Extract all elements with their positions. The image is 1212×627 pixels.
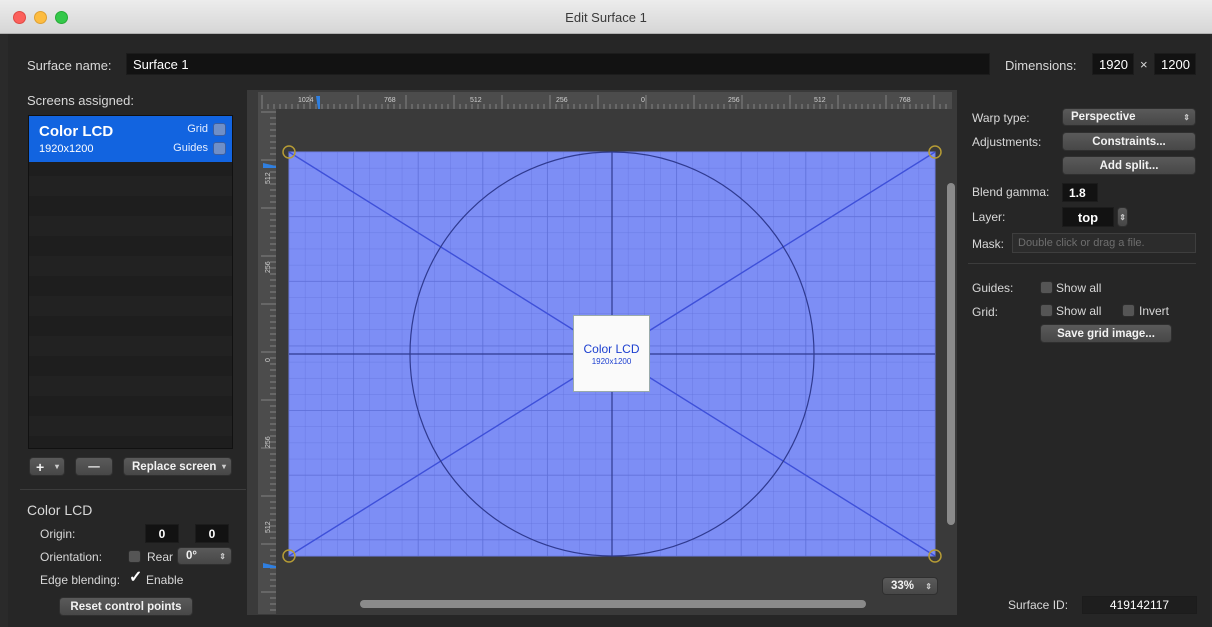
- dimensions-label: Dimensions:: [1005, 58, 1077, 73]
- rear-label: Rear: [147, 550, 174, 564]
- stepper-arrows-icon: ⇕: [1183, 112, 1190, 122]
- screens-list[interactable]: Color LCD 1920x1200 Grid Guides: [28, 115, 233, 449]
- blend-gamma-field[interactable]: 1.8: [1062, 183, 1098, 202]
- layer-stepper[interactable]: ⇕: [1117, 207, 1128, 227]
- rotation-value: 0°: [186, 550, 197, 562]
- stepper-arrows-icon: ⇕: [219, 551, 226, 561]
- width-field[interactable]: 1920: [1092, 53, 1134, 75]
- grid-invert-label: Invert: [1139, 304, 1170, 318]
- reset-control-points-button[interactable]: Reset control points: [59, 597, 193, 616]
- origin-label: Origin:: [40, 527, 76, 541]
- origin-x-field[interactable]: 0: [145, 524, 179, 543]
- rear-checkbox[interactable]: [128, 550, 141, 563]
- blend-gamma-label: Blend gamma:: [972, 185, 1050, 199]
- title-bar: Edit Surface 1: [0, 0, 1212, 34]
- grid-show-all-label: Show all: [1056, 304, 1102, 318]
- add-arrow-icon: ▾: [54, 462, 59, 471]
- grid-invert-checkbox[interactable]: [1122, 304, 1135, 317]
- screen-list-item[interactable]: Color LCD 1920x1200 Grid Guides: [29, 116, 232, 162]
- screen-item-grid-label: Grid: [187, 123, 208, 135]
- zoom-popup[interactable]: 33% ⇕: [882, 577, 938, 595]
- screen-item-guides-label: Guides: [173, 142, 208, 154]
- stepper-arrows-icon: ⇕: [925, 581, 932, 591]
- guides-label: Guides:: [972, 281, 1014, 295]
- screens-assigned-label: Screens assigned:: [27, 93, 134, 108]
- screen-props-title: Color LCD: [27, 502, 93, 518]
- edge-blending-label: Edge blending:: [40, 573, 121, 587]
- grid-show-all-checkbox[interactable]: [1040, 304, 1053, 317]
- canvas-screen-name: Color LCD: [583, 341, 640, 356]
- screen-item-dims: 1920x1200: [39, 143, 94, 155]
- origin-y-field[interactable]: 0: [195, 524, 229, 543]
- save-grid-image-button[interactable]: Save grid image...: [1040, 324, 1172, 343]
- mask-field[interactable]: Double click or drag a file.: [1012, 233, 1196, 253]
- orientation-label: Orientation:: [40, 550, 103, 564]
- dimensions-times-sign: ×: [1140, 57, 1148, 72]
- rotation-popup[interactable]: 0° ⇕: [177, 547, 232, 565]
- grid-label: Grid:: [972, 305, 999, 319]
- screen-item-grid-checkbox[interactable]: [213, 123, 226, 136]
- replace-screen-label: Replace screen: [132, 460, 217, 473]
- layer-field[interactable]: top: [1062, 207, 1114, 227]
- surface-name-label: Surface name:: [27, 58, 112, 73]
- left-panel-divider: [20, 489, 246, 490]
- height-field[interactable]: 1200: [1154, 53, 1196, 75]
- add-label: +: [36, 458, 45, 475]
- mask-label: Mask:: [972, 237, 1005, 251]
- remove-screen-button[interactable]: —: [75, 457, 113, 476]
- right-panel-divider: [968, 263, 1196, 264]
- horizontal-scrollbar[interactable]: [360, 600, 866, 608]
- canvas-screen-dims: 1920x1200: [591, 356, 632, 366]
- screen-label-box[interactable]: Color LCD 1920x1200: [573, 315, 650, 392]
- add-split-button[interactable]: Add split...: [1062, 156, 1196, 175]
- adjustments-label: Adjustments:: [972, 135, 1042, 149]
- replace-arrow-icon: ▾: [221, 462, 226, 471]
- zoom-value: 33%: [891, 580, 915, 592]
- surface-id-field: 419142117: [1082, 596, 1197, 614]
- enable-label: Enable: [146, 573, 184, 587]
- guides-show-all-label: Show all: [1056, 281, 1102, 295]
- constraints-button[interactable]: Constraints...: [1062, 132, 1196, 151]
- surface-id-label: Surface ID:: [1008, 598, 1069, 612]
- screen-item-guides-checkbox[interactable]: [213, 142, 226, 155]
- replace-screen-button[interactable]: Replace screen ▾: [123, 457, 232, 476]
- warp-type-popup[interactable]: Perspective ⇕: [1062, 108, 1196, 126]
- vertical-scrollbar[interactable]: [947, 183, 955, 525]
- layer-label: Layer:: [972, 210, 1006, 224]
- guides-show-all-checkbox[interactable]: [1040, 281, 1053, 294]
- screen-item-name: Color LCD: [39, 123, 114, 140]
- warp-type-value: Perspective: [1071, 111, 1136, 123]
- enable-checkbox-checkmark-icon[interactable]: ✓: [129, 567, 142, 587]
- add-screen-button[interactable]: + ▾: [29, 457, 65, 476]
- warp-type-label: Warp type:: [972, 111, 1030, 125]
- surface-name-field[interactable]: Surface 1: [126, 53, 990, 75]
- stepper-arrows-icon: ⇕: [1119, 212, 1126, 222]
- window-title: Edit Surface 1: [565, 10, 647, 25]
